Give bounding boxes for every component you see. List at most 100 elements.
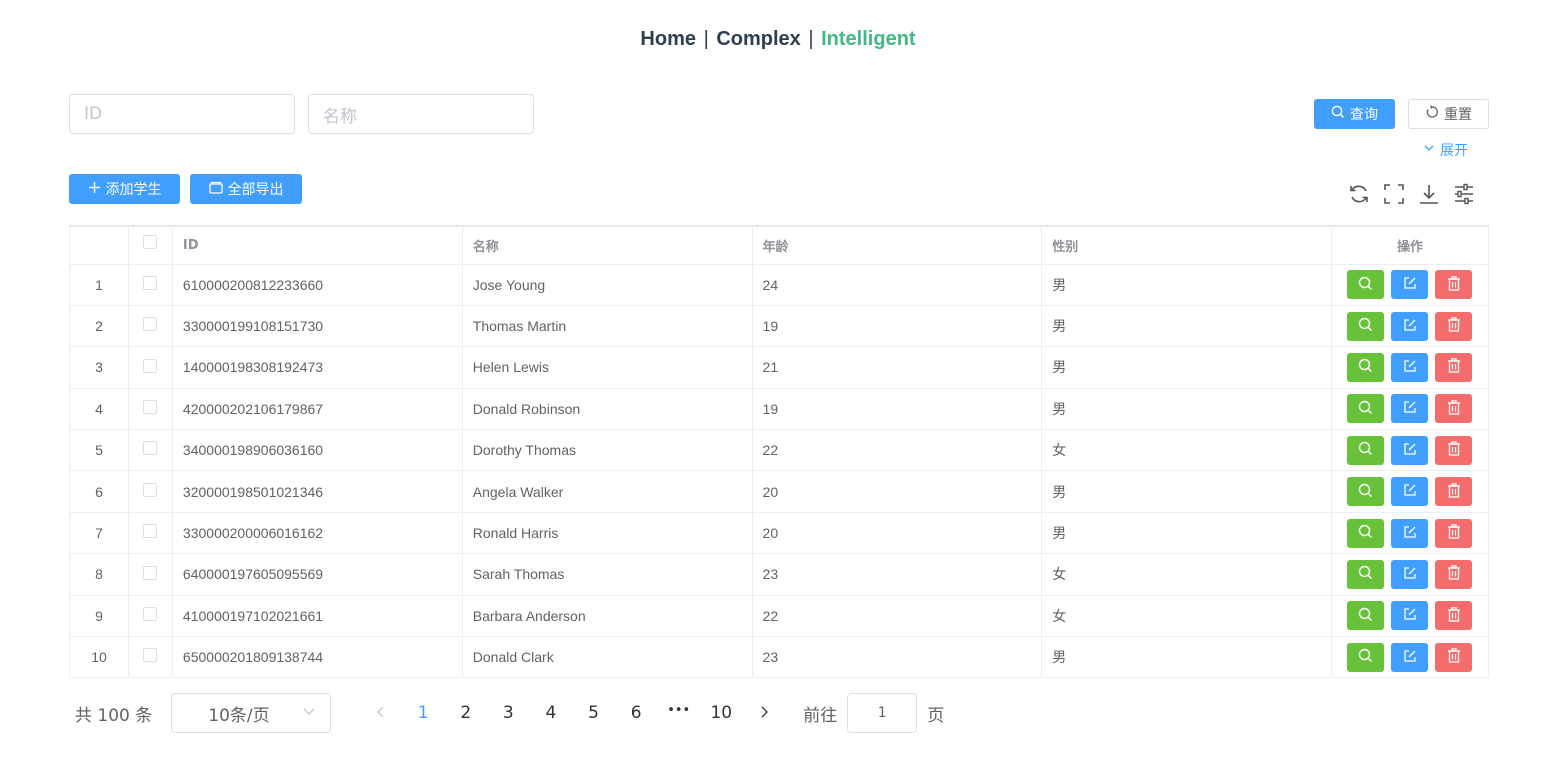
- edit-button[interactable]: [1391, 518, 1429, 548]
- row-checkbox[interactable]: [143, 648, 158, 663]
- search-icon: [1358, 483, 1373, 501]
- trash-icon: [1447, 524, 1461, 542]
- row-checkbox[interactable]: [143, 606, 158, 621]
- row-checkbox[interactable]: [143, 482, 158, 497]
- delete-button[interactable]: [1435, 394, 1473, 424]
- fullscreen-icon[interactable]: [1383, 182, 1405, 206]
- cell-id: 420000202106179867: [171, 387, 463, 431]
- view-button[interactable]: [1347, 559, 1385, 589]
- page-number[interactable]: 3: [487, 703, 530, 723]
- page-number[interactable]: 2: [444, 703, 487, 723]
- col-header-age: 年龄: [751, 225, 1043, 265]
- select-all-checkbox[interactable]: [143, 235, 158, 250]
- delete-button[interactable]: [1435, 518, 1473, 548]
- view-button[interactable]: [1347, 394, 1385, 424]
- page-number[interactable]: 5: [572, 703, 615, 723]
- row-checkbox[interactable]: [143, 358, 158, 373]
- delete-button[interactable]: [1435, 435, 1473, 465]
- nav-link-home[interactable]: Home: [640, 28, 696, 50]
- search-icon: [1358, 441, 1373, 459]
- row-checkbox[interactable]: [143, 524, 158, 539]
- name-search-input[interactable]: 名称: [308, 94, 534, 134]
- trash-icon: [1447, 482, 1461, 501]
- row-select-cell: [127, 429, 173, 472]
- delete-button[interactable]: [1435, 352, 1473, 382]
- reset-label: 重置: [1444, 107, 1472, 123]
- cell-name: Jose Young: [461, 263, 753, 306]
- page-size-select[interactable]: 10条/页: [171, 693, 332, 733]
- export-all-button[interactable]: 全部导出: [190, 174, 302, 204]
- next-page-button[interactable]: [743, 703, 786, 723]
- edit-button[interactable]: [1391, 559, 1429, 589]
- edit-icon: [1403, 649, 1417, 666]
- cell-age: 24: [751, 263, 1043, 306]
- search-icon: [1358, 607, 1373, 625]
- edit-button[interactable]: [1391, 270, 1429, 300]
- cell-age: 22: [751, 429, 1043, 472]
- view-button[interactable]: [1347, 270, 1385, 300]
- name-placeholder: 名称: [323, 106, 357, 127]
- chevron-down-icon: [1423, 142, 1435, 158]
- page-list: 1 2 3 4 5 6 ••• 10: [359, 703, 785, 723]
- student-table: ID 名称 年龄 性别 操作 1 610000200812233660 Jose Y…: [69, 225, 1490, 679]
- more-pages-button[interactable]: •••: [657, 703, 700, 723]
- nav-separator: |: [703, 28, 709, 50]
- cell-actions: [1330, 304, 1490, 348]
- edit-button[interactable]: [1391, 642, 1429, 672]
- cell-gender: 女: [1041, 594, 1332, 638]
- edit-button[interactable]: [1391, 311, 1429, 341]
- row-checkbox[interactable]: [143, 400, 158, 415]
- view-button[interactable]: [1347, 477, 1385, 507]
- row-index: 4: [69, 387, 129, 431]
- cell-id: 610000200812233660: [171, 263, 463, 306]
- row-checkbox[interactable]: [143, 565, 158, 580]
- column-settings-icon[interactable]: [1453, 182, 1475, 206]
- view-button[interactable]: [1347, 642, 1385, 672]
- add-student-label: 添加学生: [105, 182, 162, 198]
- page-number[interactable]: 4: [530, 703, 573, 723]
- add-student-button[interactable]: 添加学生: [69, 174, 180, 204]
- search-icon: [1358, 358, 1373, 376]
- export-all-label: 全部导出: [227, 182, 284, 198]
- row-checkbox[interactable]: [143, 441, 158, 456]
- nav-link-intelligent[interactable]: Intelligent: [821, 28, 915, 50]
- folder-icon: [208, 181, 223, 198]
- view-button[interactable]: [1347, 311, 1385, 341]
- edit-button[interactable]: [1391, 601, 1429, 631]
- delete-button[interactable]: [1435, 270, 1473, 300]
- page-number[interactable]: 10: [700, 703, 743, 723]
- page-number[interactable]: 6: [615, 703, 658, 723]
- row-checkbox[interactable]: [143, 275, 158, 290]
- id-search-input[interactable]: ID: [69, 94, 295, 134]
- delete-button[interactable]: [1435, 477, 1473, 507]
- reset-button[interactable]: 重置: [1408, 99, 1489, 129]
- row-checkbox[interactable]: [143, 317, 158, 332]
- refresh-icon[interactable]: [1348, 182, 1370, 206]
- goto-page-value: 1: [877, 705, 887, 721]
- page-size-value: 10条/页: [208, 705, 270, 726]
- view-button[interactable]: [1347, 352, 1385, 382]
- edit-button[interactable]: [1391, 435, 1429, 465]
- expand-toggle[interactable]: 展开: [1423, 140, 1468, 160]
- edit-button[interactable]: [1391, 352, 1429, 382]
- query-button[interactable]: 查询: [1314, 99, 1395, 129]
- edit-button[interactable]: [1391, 477, 1429, 507]
- row-select-cell: [127, 553, 173, 596]
- delete-button[interactable]: [1435, 311, 1473, 341]
- nav-link-complex[interactable]: Complex: [716, 28, 800, 50]
- page-number[interactable]: 1: [402, 703, 445, 723]
- prev-page-button[interactable]: [359, 703, 402, 723]
- col-header-id: ID: [171, 225, 463, 265]
- view-button[interactable]: [1347, 518, 1385, 548]
- delete-button[interactable]: [1435, 559, 1473, 589]
- view-button[interactable]: [1347, 601, 1385, 631]
- edit-icon: [1403, 566, 1417, 583]
- cell-gender: 男: [1041, 304, 1332, 348]
- download-icon[interactable]: [1418, 182, 1440, 206]
- delete-button[interactable]: [1435, 642, 1473, 672]
- view-button[interactable]: [1347, 435, 1385, 465]
- table-row: 3 140000198308192473 Helen Lewis 21 男: [69, 346, 1490, 389]
- goto-page-input[interactable]: 1: [847, 693, 918, 733]
- edit-button[interactable]: [1391, 394, 1429, 424]
- delete-button[interactable]: [1435, 601, 1473, 631]
